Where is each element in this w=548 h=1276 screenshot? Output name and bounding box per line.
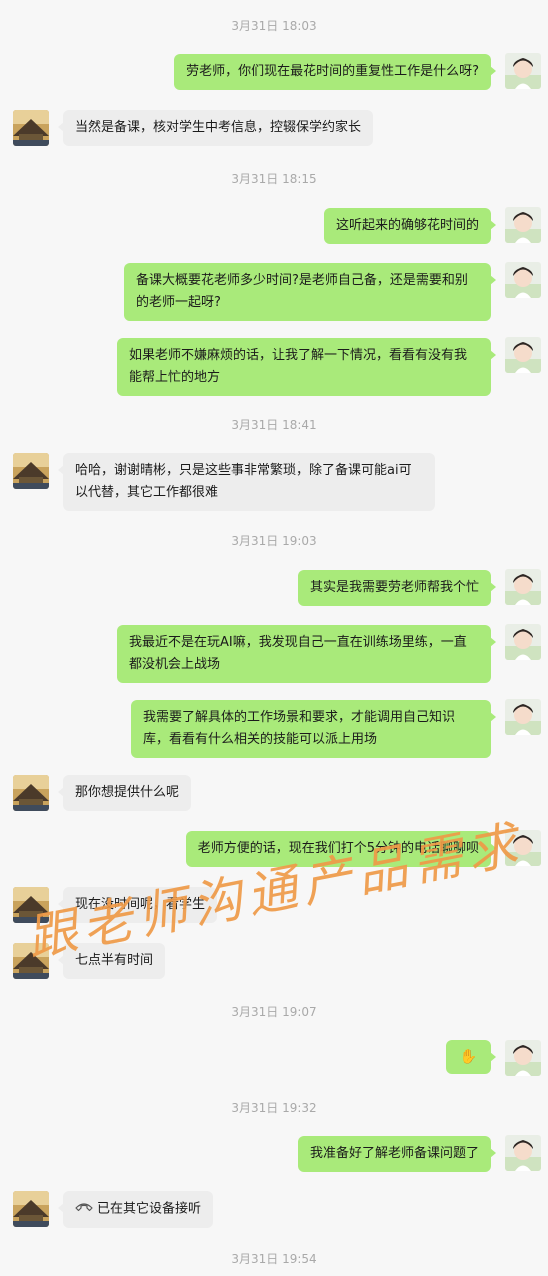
message-bubble-other[interactable]: 哈哈，谢谢晴彬，只是这些事非常繁琐，除了备课可能ai可以代替，其它工作都很难	[58, 453, 435, 511]
message-bubble-me[interactable]: 老师方便的话，现在我们打个5分钟的电话聊聊呗	[185, 831, 497, 867]
my-avatar[interactable]	[505, 337, 541, 373]
message-bubble-me[interactable]: 劳老师，你们现在最花时间的重复性工作是什么呀?	[174, 54, 496, 90]
my-avatar[interactable]	[505, 624, 541, 660]
message-bubble-other[interactable]: 现在没时间呢，看学生	[57, 887, 218, 923]
contact-avatar[interactable]	[13, 887, 49, 923]
emoji-message-bubble[interactable]: ✋	[445, 1040, 497, 1074]
my-avatar[interactable]	[505, 1135, 541, 1171]
message-bubble-me[interactable]: 我需要了解具体的工作场景和要求，才能调用自己知识库，看看有什么相关的技能可以派上…	[131, 700, 496, 758]
contact-avatar[interactable]	[13, 110, 49, 146]
message-bubble-other[interactable]: 那你想提供什么呢	[57, 775, 192, 811]
call-status-text: 已在其它设备接听	[97, 1201, 202, 1217]
message-bubble-me[interactable]: 其实是我需要劳老师帮我个忙	[297, 570, 497, 606]
message-bubble-me[interactable]: 如果老师不嫌麻烦的话，让我了解一下情况，看看有没有我能帮上忙的地方	[117, 338, 496, 396]
message-bubble-other[interactable]: 当然是备课，核对学生中考信息，控辍保学约家长	[57, 110, 374, 146]
timestamp: 3月31日 19:07	[231, 1005, 317, 1019]
chat-history: 3月31日 18:03 劳老师，你们现在最花时间的重复性工作是什么呀? 当然是备…	[0, 0, 548, 1276]
phone-hangup-icon	[75, 1198, 93, 1220]
timestamp: 3月31日 18:03	[231, 19, 317, 33]
message-bubble-other[interactable]: 七点半有时间	[57, 943, 166, 979]
my-avatar[interactable]	[505, 53, 541, 89]
timestamp: 3月31日 19:32	[231, 1101, 317, 1115]
message-bubble-me[interactable]: 我准备好了解老师备课问题了	[297, 1136, 497, 1172]
my-avatar[interactable]	[505, 830, 541, 866]
message-bubble-me[interactable]: 备课大概要花老师多少时间?是老师自己备，还是需要和别的老师一起呀?	[124, 263, 496, 321]
contact-avatar[interactable]	[13, 453, 49, 489]
my-avatar[interactable]	[505, 207, 541, 243]
my-avatar[interactable]	[505, 699, 541, 735]
my-avatar[interactable]	[505, 569, 541, 605]
contact-avatar[interactable]	[13, 943, 49, 979]
my-avatar[interactable]	[505, 1040, 541, 1076]
contact-avatar[interactable]	[13, 775, 49, 811]
call-record-bubble[interactable]: 已在其它设备接听	[57, 1191, 214, 1228]
timestamp: 3月31日 18:41	[231, 418, 317, 432]
my-avatar[interactable]	[505, 262, 541, 298]
timestamp: 3月31日 18:15	[231, 172, 317, 186]
timestamp: 3月31日 19:54	[231, 1252, 317, 1266]
timestamp: 3月31日 19:03	[231, 534, 317, 548]
contact-avatar[interactable]	[13, 1191, 49, 1227]
message-bubble-me[interactable]: 我最近不是在玩AI嘛，我发现自己一直在训练场里练，一直都没机会上战场	[117, 625, 496, 683]
message-bubble-me[interactable]: 这听起来的确够花时间的	[323, 208, 497, 244]
